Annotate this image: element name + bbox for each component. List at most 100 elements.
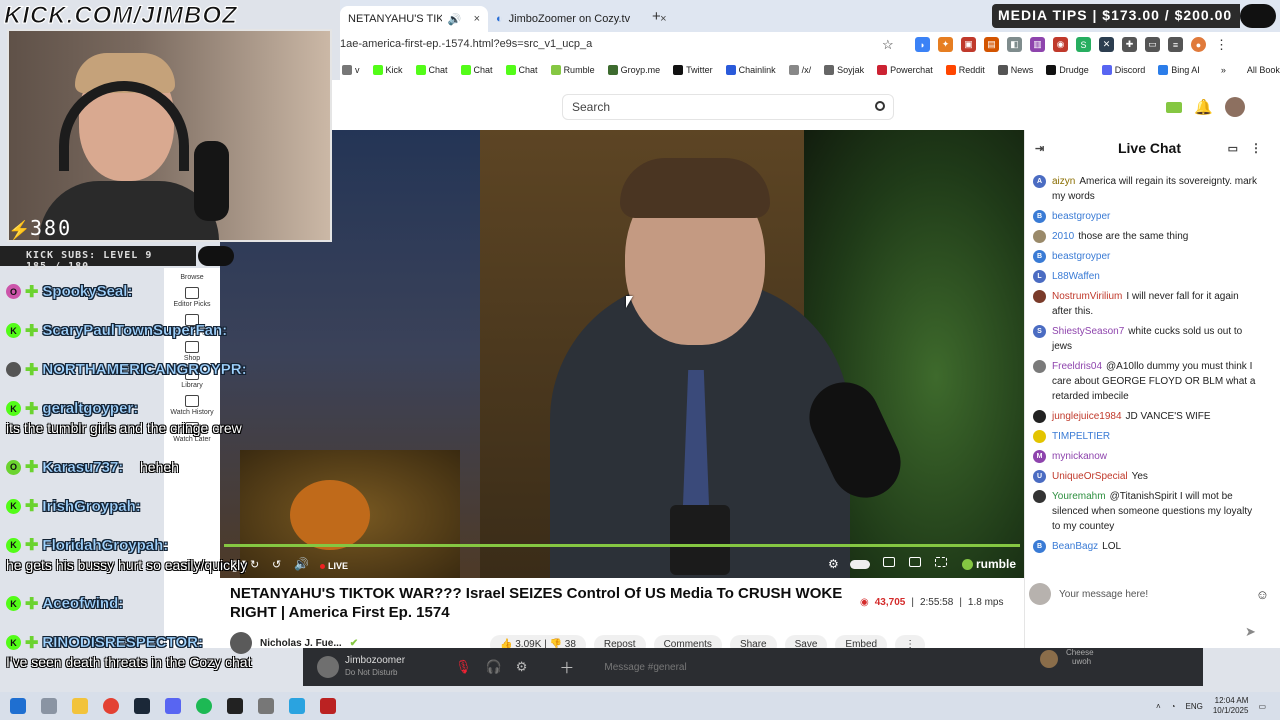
profile-avatar[interactable]: ● bbox=[1191, 37, 1206, 52]
file-explorer-icon[interactable] bbox=[72, 698, 88, 714]
close-tab-icon[interactable]: × bbox=[660, 13, 666, 25]
notifications-bell-icon[interactable]: 🔔 bbox=[1194, 98, 1213, 116]
chat-user-avatar[interactable] bbox=[1033, 230, 1046, 243]
collapse-chat-icon[interactable]: ⇥ bbox=[1035, 142, 1044, 155]
sidepanel-icon[interactable]: ▭ bbox=[1145, 37, 1160, 52]
chat-username[interactable]: UniqueOrSpecial bbox=[1052, 471, 1128, 482]
menu-list-icon[interactable]: ≡ bbox=[1168, 37, 1183, 52]
extension-icon[interactable]: ▥ bbox=[1030, 37, 1045, 52]
sidebar-item-browse[interactable]: Browse bbox=[164, 274, 220, 281]
mute-mic-icon[interactable]: 🎙 bbox=[455, 659, 472, 675]
go-live-icon[interactable] bbox=[1166, 101, 1182, 113]
bookmark-item[interactable]: Soyjak bbox=[824, 65, 864, 75]
extension-icon[interactable]: ✕ bbox=[1099, 37, 1114, 52]
video-player[interactable]: ❚❚ ↻ ↺ 🔊 LIVE ⚙ rumble bbox=[220, 130, 1024, 578]
extension-icon[interactable]: S bbox=[1076, 37, 1091, 52]
chat-user-avatar[interactable] bbox=[1033, 360, 1046, 373]
member-name[interactable]: Cheese bbox=[1066, 648, 1094, 657]
bookmark-item[interactable]: v bbox=[342, 65, 360, 75]
bookmark-item[interactable]: Chat bbox=[415, 65, 448, 75]
bookmark-item[interactable]: Chainlink bbox=[725, 65, 776, 75]
theater-mode-icon[interactable] bbox=[909, 557, 921, 567]
chrome-icon[interactable] bbox=[103, 698, 119, 714]
chat-user-avatar[interactable] bbox=[1033, 290, 1046, 303]
bookmark-star-icon[interactable]: ☆ bbox=[882, 37, 894, 53]
extension-icon[interactable]: ▣ bbox=[961, 37, 976, 52]
progress-bar[interactable] bbox=[224, 544, 1020, 547]
extension-icon[interactable]: ◉ bbox=[1053, 37, 1068, 52]
chat-user-avatar[interactable]: M bbox=[1033, 450, 1046, 463]
add-attachment-icon[interactable]: ＋ bbox=[559, 657, 574, 678]
chat-username[interactable]: aizyn bbox=[1052, 176, 1075, 187]
new-tab-button[interactable]: + bbox=[652, 8, 661, 25]
user-avatar[interactable] bbox=[1224, 97, 1245, 117]
bookmark-item[interactable]: Discord bbox=[1101, 65, 1145, 75]
app-icon[interactable] bbox=[227, 698, 243, 714]
network-icon[interactable]: ◔ bbox=[1171, 702, 1176, 711]
popout-chat-icon[interactable]: ▭ bbox=[1228, 142, 1238, 155]
spotify-icon[interactable] bbox=[196, 698, 212, 714]
task-view-icon[interactable] bbox=[41, 698, 57, 714]
chat-user-avatar[interactable]: A bbox=[1033, 175, 1046, 188]
bookmark-item[interactable]: Groyp.me bbox=[607, 65, 660, 75]
app-icon[interactable] bbox=[258, 698, 274, 714]
chat-username[interactable]: 2010 bbox=[1052, 231, 1074, 242]
chat-username[interactable]: Youremahm bbox=[1052, 491, 1106, 502]
chat-message-input[interactable]: Your message here! bbox=[1059, 589, 1248, 600]
bookmark-item[interactable]: Chat bbox=[505, 65, 538, 75]
chat-user-avatar[interactable]: L bbox=[1033, 270, 1046, 283]
url-field[interactable]: 1ae-america-first-ep.-1574.html?e9s=src_… bbox=[340, 38, 592, 50]
search-input[interactable]: Search bbox=[562, 94, 894, 120]
chat-username[interactable]: mynickanow bbox=[1052, 451, 1107, 462]
kebab-menu-icon[interactable]: ⋮ bbox=[1214, 37, 1229, 52]
bookmark-item[interactable]: /x/ bbox=[788, 65, 811, 75]
chat-user-avatar[interactable] bbox=[1033, 430, 1046, 443]
bookmark-item[interactable]: Reddit bbox=[945, 65, 985, 75]
volume-icon[interactable]: 🔊 bbox=[294, 557, 309, 571]
tab-cozy[interactable]: ◐ JimboZoomer on Cozy.tv × bbox=[488, 6, 667, 32]
settings-gear-icon[interactable]: ⚙ bbox=[828, 557, 839, 571]
pip-icon[interactable] bbox=[883, 557, 895, 567]
emoji-icon[interactable]: ☺ bbox=[1256, 587, 1269, 602]
discord-icon[interactable] bbox=[165, 698, 181, 714]
chat-username[interactable]: beastgroyper bbox=[1052, 211, 1110, 222]
chat-user-avatar[interactable]: B bbox=[1033, 250, 1046, 263]
bookmark-item[interactable]: Drudge bbox=[1046, 65, 1089, 75]
bookmark-item[interactable]: Twitter bbox=[673, 65, 713, 75]
settings-gear-icon[interactable]: ⚙ bbox=[516, 659, 528, 675]
chat-username[interactable]: TIMPELTIER bbox=[1052, 431, 1110, 442]
all-bookmarks-button[interactable]: All Bookmarks bbox=[1247, 65, 1280, 75]
bookmark-item[interactable]: News bbox=[997, 65, 1033, 75]
fullscreen-icon[interactable] bbox=[935, 557, 947, 567]
autoplay-toggle[interactable] bbox=[850, 560, 870, 569]
bookmark-item[interactable]: Chat bbox=[460, 65, 493, 75]
chat-username[interactable]: Freeldris04 bbox=[1052, 361, 1102, 372]
member-avatar[interactable] bbox=[1040, 650, 1058, 668]
bookmark-item[interactable]: Rumble bbox=[550, 65, 595, 75]
extension-icon[interactable]: ▤ bbox=[984, 37, 999, 52]
app-icon[interactable] bbox=[320, 698, 336, 714]
close-tab-icon[interactable]: × bbox=[474, 13, 480, 25]
chat-username[interactable]: BeanBagz bbox=[1052, 541, 1098, 552]
send-icon[interactable]: ➤ bbox=[1245, 624, 1256, 640]
chat-menu-icon[interactable]: ⋮ bbox=[1250, 141, 1262, 155]
more-bookmarks-icon[interactable]: » bbox=[1221, 65, 1226, 75]
headphones-icon[interactable]: 🎧 bbox=[486, 659, 502, 675]
tray-chevron-icon[interactable]: ˄ bbox=[1156, 702, 1161, 711]
extension-icon[interactable]: ◗ bbox=[915, 37, 930, 52]
discord-avatar[interactable] bbox=[317, 656, 339, 678]
bookmark-item[interactable]: Bing AI bbox=[1158, 65, 1200, 75]
search-icon[interactable] bbox=[875, 101, 885, 111]
chat-username[interactable]: beastgroyper bbox=[1052, 251, 1110, 262]
extension-icon[interactable]: ◧ bbox=[1007, 37, 1022, 52]
extension-icon[interactable]: ✦ bbox=[938, 37, 953, 52]
steam-icon[interactable] bbox=[134, 698, 150, 714]
chat-user-avatar[interactable]: B bbox=[1033, 540, 1046, 553]
tab-video[interactable]: NETANYAHU'S TIKTOK WAR 🔊 × bbox=[340, 6, 488, 32]
chat-username[interactable]: ShiestySeason7 bbox=[1052, 326, 1124, 337]
speaker-icon[interactable]: 🔊 bbox=[448, 13, 462, 26]
chat-username[interactable]: L88Waffen bbox=[1052, 271, 1100, 282]
puzzle-icon[interactable]: ✚ bbox=[1122, 37, 1137, 52]
chat-username[interactable]: NostrumVirilium bbox=[1052, 291, 1122, 302]
chat-user-avatar[interactable]: S bbox=[1033, 325, 1046, 338]
